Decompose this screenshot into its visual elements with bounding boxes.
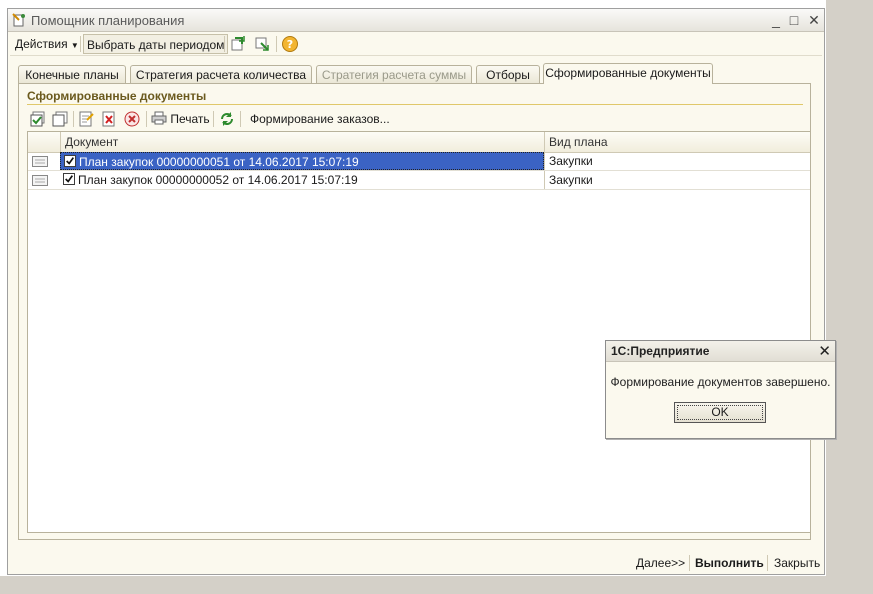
checkmark-icon: [65, 175, 74, 183]
run-button[interactable]: Выполнить: [695, 553, 764, 573]
table-header: Документ Вид плана: [28, 132, 810, 153]
maximize-button[interactable]: □: [785, 11, 803, 29]
dialog-titlebar[interactable]: 1С:Предприятие ✕: [606, 341, 835, 362]
section-divider: [27, 104, 803, 105]
tab-amount-strategy: Стратегия расчета суммы: [316, 65, 472, 83]
app-icon: [12, 13, 25, 27]
row-checkbox[interactable]: [63, 173, 75, 185]
plan-type-cell[interactable]: Закупки: [544, 171, 810, 189]
message-dialog: 1С:Предприятие ✕ Формирование документов…: [605, 340, 836, 439]
section-title: Сформированные документы: [27, 89, 207, 103]
actions-menu[interactable]: Действия ▼: [15, 34, 79, 54]
actions-menu-label: Действия: [15, 37, 68, 51]
window-titlebar[interactable]: Помощник планирования _ □ ✕: [8, 9, 824, 32]
dialog-message: Формирование документов завершено.: [610, 375, 831, 389]
window-title: Помощник планирования: [31, 13, 185, 28]
column-header-document[interactable]: Документ: [60, 132, 544, 152]
select-period-button[interactable]: Выбрать даты периодом: [83, 34, 229, 54]
close-form-button[interactable]: Закрыть: [774, 553, 820, 573]
toolbar-separator: [213, 111, 214, 127]
tab-quantity-strategy[interactable]: Стратегия расчета количества: [130, 65, 312, 83]
print-button[interactable]: Печать: [151, 109, 210, 129]
table-row[interactable]: План закупок 00000000051 от 14.06.2017 1…: [28, 152, 810, 171]
ok-button[interactable]: OK: [674, 402, 766, 423]
minimize-button[interactable]: _: [767, 11, 785, 29]
column-header-plan-type[interactable]: Вид плана: [544, 132, 810, 152]
import-icon[interactable]: [253, 35, 271, 53]
tab-formed-documents[interactable]: Сформированные документы: [543, 63, 713, 84]
refresh-icon[interactable]: [218, 110, 236, 128]
dialog-close-icon[interactable]: ✕: [818, 342, 831, 360]
document-name: План закупок 00000000051 от 14.06.2017 1…: [79, 155, 359, 169]
list-toolbar: Печать Формирование заказов...: [27, 108, 803, 130]
desktop-background-bottom: [0, 576, 873, 594]
print-label: Печать: [170, 112, 210, 126]
printer-icon: [151, 111, 167, 125]
bottom-command-bar: Далее>> Выполнить Закрыть: [8, 551, 824, 575]
row-checkbox[interactable]: [64, 155, 76, 167]
document-name: План закупок 00000000052 от 14.06.2017 1…: [78, 173, 358, 187]
document-cell[interactable]: План закупок 00000000052 от 14.06.2017 1…: [60, 171, 544, 189]
planning-assistant-window: Помощник планирования _ □ ✕ Действия ▼ В…: [7, 8, 825, 575]
dialog-title: 1С:Предприятие: [611, 344, 710, 358]
toolbar-separator: [80, 36, 81, 52]
cancel-icon[interactable]: [123, 110, 141, 128]
close-button[interactable]: ✕: [805, 11, 823, 29]
toolbar-separator: [73, 111, 74, 127]
toolbar-separator: [276, 36, 277, 52]
svg-text:?: ?: [287, 38, 293, 51]
main-toolbar: Действия ▼ Выбрать даты периодом ?: [10, 33, 822, 56]
document-row-icon: [32, 175, 48, 186]
check-all-icon[interactable]: [29, 110, 47, 128]
form-orders-button[interactable]: Формирование заказов...: [250, 109, 390, 129]
edit-document-icon[interactable]: [77, 110, 95, 128]
uncheck-all-icon[interactable]: [51, 110, 69, 128]
toolbar-separator: [240, 111, 241, 127]
dropdown-arrow-icon: ▼: [70, 41, 79, 50]
documents-table: Документ Вид плана План закупок 00000000…: [27, 131, 811, 533]
next-button[interactable]: Далее>>: [636, 553, 685, 573]
plan-type-cell[interactable]: Закупки: [544, 152, 810, 170]
document-row-icon: [32, 156, 48, 167]
tab-filters[interactable]: Отборы: [476, 65, 540, 83]
tab-final-plans[interactable]: Конечные планы: [18, 65, 126, 83]
desktop-background: [826, 0, 873, 594]
help-icon[interactable]: ?: [281, 35, 299, 53]
delete-icon[interactable]: [100, 110, 118, 128]
table-row[interactable]: План закупок 00000000052 от 14.06.2017 1…: [28, 171, 810, 190]
toolbar-separator: [146, 111, 147, 127]
formed-documents-panel: Сформированные документы Печать Формиров…: [18, 83, 811, 540]
checkmark-icon: [66, 157, 75, 165]
toolbar-separator: [224, 36, 225, 52]
toolbar-separator: [767, 555, 768, 571]
toolbar-separator: [689, 555, 690, 571]
export-icon[interactable]: [229, 35, 247, 53]
document-cell[interactable]: План закупок 00000000051 от 14.06.2017 1…: [60, 152, 544, 170]
